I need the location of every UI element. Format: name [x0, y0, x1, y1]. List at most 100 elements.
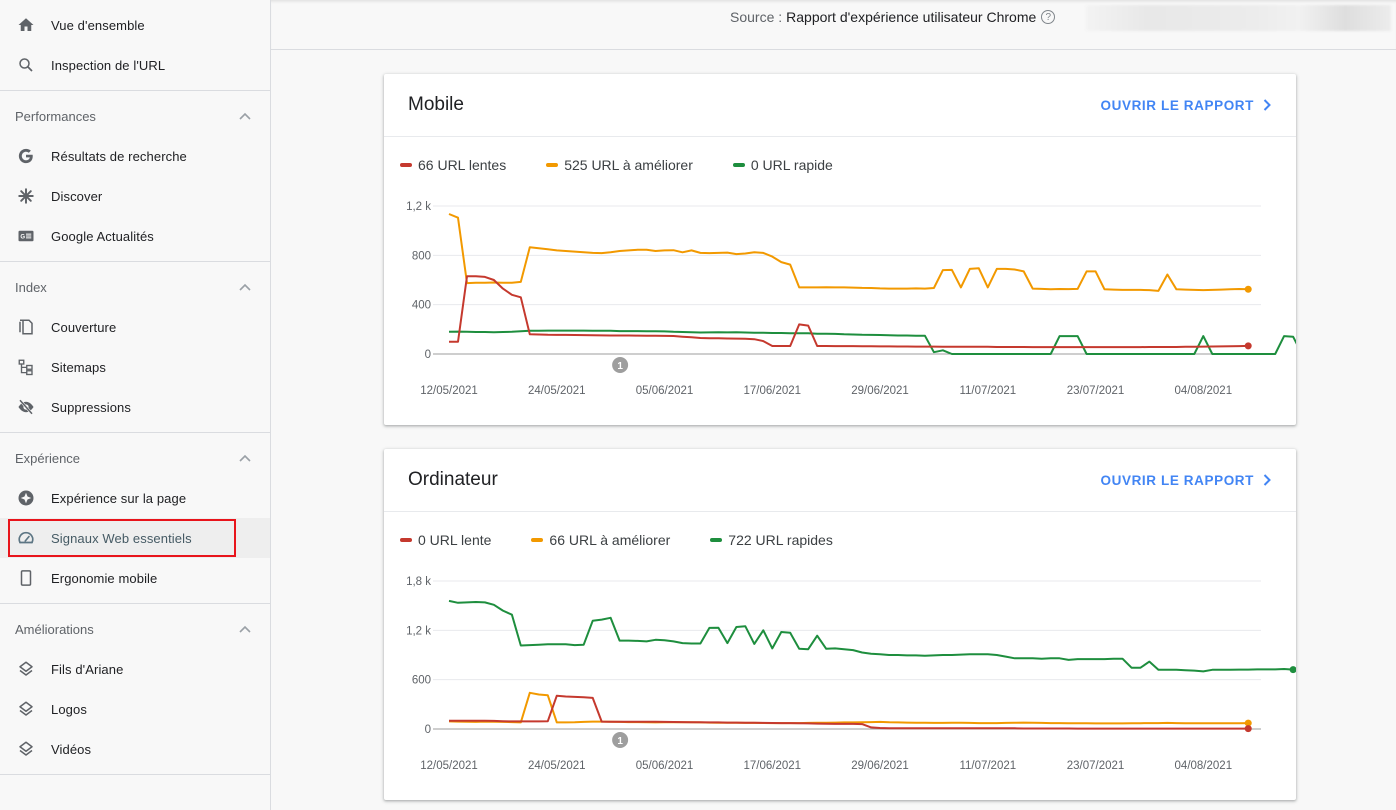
mobile-chart: 0 400 800 1,2 k 12/05/2021 24/05/2021 05/06/20…: [384, 192, 1296, 424]
group-header-experience[interactable]: Expérience: [0, 438, 270, 478]
sidebar-item-logos[interactable]: Logos: [0, 689, 270, 729]
open-report-button[interactable]: OUVRIR LE RAPPORT: [1101, 98, 1272, 113]
sidebar-group-ameliorations: Améliorations Fils d'Ariane Logos Vidéos: [0, 604, 270, 775]
sidebar-item-discover[interactable]: Discover: [0, 176, 270, 216]
smartphone-icon: [16, 568, 36, 588]
chevron-right-icon: [1263, 474, 1271, 486]
y-tick-label: 800: [412, 250, 431, 262]
y-tick-label: 400: [412, 300, 431, 312]
redacted-area: [1086, 5, 1391, 31]
mobile-chart-svg: 0 400 800 1,2 k 12/05/2021 24/05/2021 05/06/20…: [406, 201, 1296, 397]
x-tick-label: 29/06/2021: [851, 385, 909, 397]
legend-label: 722 URL rapides: [728, 531, 833, 548]
chart-legend: 66 URL lentes 525 URL à améliorer 0 URL …: [384, 137, 1296, 192]
x-tick-label: 11/07/2021: [959, 760, 1016, 772]
source-value: Rapport d'expérience utilisateur Chrome: [786, 9, 1037, 25]
main-content: Source : Rapport d'expérience utilisateu…: [271, 0, 1396, 810]
group-header-performances[interactable]: Performances: [0, 96, 270, 136]
legend-label: 66 URL à améliorer: [549, 531, 671, 548]
sidebar-item-ergonomie-mobile[interactable]: Ergonomie mobile: [0, 558, 270, 598]
sidebar-item-signaux-web-essentiels[interactable]: Signaux Web essentiels: [0, 518, 270, 558]
desktop-card: Ordinateur OUVRIR LE RAPPORT 0 URL lente…: [384, 449, 1296, 800]
y-tick-label: 0: [425, 349, 431, 361]
chevron-up-icon[interactable]: [238, 451, 252, 465]
legend-label: 0 URL rapide: [750, 156, 833, 173]
home-icon: [16, 15, 36, 35]
chevron-up-icon[interactable]: [238, 622, 252, 636]
help-icon[interactable]: ?: [1041, 10, 1056, 24]
legend-swatch-slow: [400, 162, 412, 167]
sidebar-item-vue-ensemble[interactable]: Vue d'ensemble: [0, 5, 270, 45]
legend-swatch-improve: [531, 537, 544, 542]
svg-text:G: G: [20, 235, 25, 241]
sidebar-item-experience-page[interactable]: Expérience sur la page: [0, 478, 270, 518]
sidebar-item-fils-ariane[interactable]: Fils d'Ariane: [0, 649, 270, 689]
sidebar-item-label: Vidéos: [51, 741, 92, 757]
legend-swatch-improve: [546, 162, 559, 167]
source-label: Source :: [730, 9, 783, 25]
sidebar-item-videos[interactable]: Vidéos: [0, 729, 270, 769]
legend-swatch-slow: [400, 537, 412, 542]
sidebar-group-performances: Performances Résultats de recherche Disc…: [0, 91, 270, 262]
sidebar-item-inspection-url[interactable]: Inspection de l'URL: [0, 45, 270, 85]
highlight-box: [8, 519, 236, 557]
legend-item-improve[interactable]: 66 URL à améliorer: [531, 532, 670, 548]
sidebar-item-label: Résultats de recherche: [51, 148, 187, 164]
y-tick-label: 600: [412, 675, 431, 687]
legend-item-slow[interactable]: 66 URL lentes: [400, 157, 506, 173]
desktop-chart-svg: 0 600 1,2 k 1,8 k 12/05/2021 24/05/2021 05/06/…: [406, 576, 1296, 772]
x-tick-label: 04/08/2021: [1175, 385, 1233, 397]
x-tick-label: 29/06/2021: [851, 760, 909, 772]
asterisk-icon: [16, 186, 36, 206]
legend-item-improve[interactable]: 525 URL à améliorer: [546, 157, 693, 173]
card-header: Mobile OUVRIR LE RAPPORT: [384, 74, 1296, 137]
chevron-right-icon: [1263, 99, 1271, 111]
series-end-point-improve: [1244, 285, 1252, 293]
legend-item-fast[interactable]: 0 URL rapide: [732, 156, 833, 173]
y-tick-label: 1,2 k: [406, 625, 431, 637]
source-info: Source : Rapport d'expérience utilisateu…: [730, 9, 1056, 25]
legend-label: 525 URL à améliorer: [564, 156, 693, 173]
card-title: Ordinateur: [408, 469, 498, 490]
sitemap-icon: [16, 357, 36, 377]
legend-item-slow[interactable]: 0 URL lente: [400, 532, 491, 548]
open-report-label: OUVRIR LE RAPPORT: [1100, 97, 1254, 113]
x-tick-label: 24/05/2021: [528, 385, 586, 397]
sidebar-item-label: Sitemaps: [51, 359, 106, 375]
chevron-up-icon[interactable]: [238, 109, 252, 123]
sidebar-item-label: Google Actualités: [51, 228, 154, 244]
sidebar-item-suppressions[interactable]: Suppressions: [0, 387, 270, 427]
legend-label: 66 URL lentes: [418, 156, 507, 173]
mobile-card: Mobile OUVRIR LE RAPPORT 66 URL lentes 5…: [384, 74, 1296, 425]
sidebar-top-group: Vue d'ensemble Inspection de l'URL: [0, 0, 270, 91]
sidebar-group-experience: Expérience Expérience sur la page Signau…: [0, 433, 270, 604]
sidebar-item-label: Discover: [51, 188, 103, 204]
layers-icon: [16, 739, 36, 759]
legend-item-fast[interactable]: 722 URL rapides: [710, 532, 833, 548]
open-report-button[interactable]: OUVRIR LE RAPPORT: [1101, 473, 1272, 488]
sidebar-item-google-actualites[interactable]: G Google Actualités: [0, 216, 270, 256]
series-end-point-slow: [1244, 342, 1252, 350]
sidebar-item-sitemaps[interactable]: Sitemaps: [0, 347, 270, 387]
card-header: Ordinateur OUVRIR LE RAPPORT: [384, 449, 1296, 512]
group-title: Améliorations: [15, 621, 94, 637]
desktop-chart: 0 600 1,2 k 1,8 k 12/05/2021 24/05/2021 05/06/…: [384, 567, 1296, 799]
group-header-ameliorations[interactable]: Améliorations: [0, 609, 270, 649]
group-title: Expérience: [15, 450, 81, 466]
series-end-point-fast: [1289, 666, 1296, 674]
search-icon: [16, 55, 36, 75]
sidebar: Vue d'ensemble Inspection de l'URL Perfo…: [0, 0, 271, 810]
chart-legend: 0 URL lente 66 URL à améliorer 722 URL r…: [384, 512, 1296, 567]
chevron-up-icon[interactable]: [238, 280, 252, 294]
sidebar-item-label: Fils d'Ariane: [51, 661, 124, 677]
sidebar-item-couverture[interactable]: Couverture: [0, 307, 270, 347]
sidebar-item-label: Vue d'ensemble: [51, 17, 145, 33]
page-experience-icon: [16, 488, 36, 508]
group-title: Index: [15, 279, 47, 295]
legend-swatch-fast: [710, 537, 723, 542]
sidebar-item-resultats-recherche[interactable]: Résultats de recherche: [0, 136, 270, 176]
x-tick-label: 24/05/2021: [528, 760, 586, 772]
legend-label: 0 URL lente: [418, 531, 492, 548]
group-header-index[interactable]: Index: [0, 267, 270, 307]
eye-off-icon: [16, 397, 36, 417]
